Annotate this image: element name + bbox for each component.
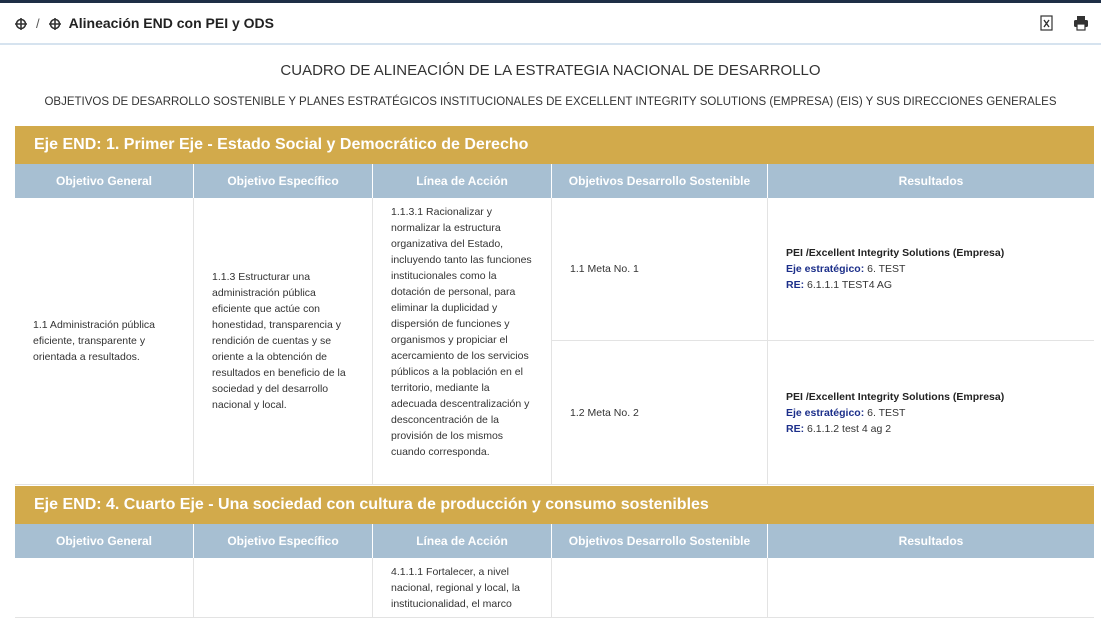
re-label: RE: xyxy=(786,422,805,435)
objetivo-especifico-cell: 1.1.3 Estructurar una administración púb… xyxy=(194,198,373,485)
pei-label: PEI /Excellent Integrity Solutions (Empr… xyxy=(786,247,1005,259)
page-title: Alineación END con PEI y ODS xyxy=(68,15,275,31)
re-value: 6.1.1.1 TEST4 AG xyxy=(807,279,893,291)
ods-cell: 1.2 Meta No. 2 xyxy=(552,341,768,485)
linea-accion-cell: 4.1.1.1 Fortalecer, a nivel nacional, re… xyxy=(373,558,552,618)
column-header: Objetivo General xyxy=(15,524,194,558)
axis-title: Eje END: 4. Cuarto Eje - Una sociedad co… xyxy=(15,486,1094,524)
axis-title: Eje END: 1. Primer Eje - Estado Social y… xyxy=(15,126,1094,164)
column-header: Objetivos Desarrollo Sostenible xyxy=(552,164,768,198)
objetivo-general-text: 1.1 Administración pública eficiente, tr… xyxy=(33,319,155,363)
ods-cell: 1.1 Meta No. 1 xyxy=(552,198,768,341)
objetivo-general-cell: 1.1 Administración pública eficiente, tr… xyxy=(15,198,194,485)
linea-accion-text: 4.1.1.1 Fortalecer, a nivel nacional, re… xyxy=(391,566,520,610)
ods-cell xyxy=(552,558,768,618)
table-row: 4.1.1.1 Fortalecer, a nivel nacional, re… xyxy=(15,558,1094,618)
resultado-cell: PEI /Excellent Integrity Solutions (Empr… xyxy=(768,341,1094,485)
table-header: Objetivo General Objetivo Específico Lín… xyxy=(15,164,1094,198)
axis-section: Eje END: 4. Cuarto Eje - Una sociedad co… xyxy=(15,486,1094,618)
table-header: Objetivo General Objetivo Específico Lín… xyxy=(15,524,1094,558)
ods-text: 1.2 Meta No. 2 xyxy=(570,406,639,419)
column-header: Objetivos Desarrollo Sostenible xyxy=(552,524,768,558)
excel-icon[interactable] xyxy=(1039,15,1055,31)
eje-label: Eje estratégico: xyxy=(786,263,865,275)
move-icon[interactable] xyxy=(48,17,61,30)
ods-column: 1.1 Meta No. 1 1.2 Meta No. 2 xyxy=(552,198,768,485)
linea-accion-cell: 1.1.3.1 Racionalizar y normalizar la est… xyxy=(373,198,552,485)
column-header: Objetivo Específico xyxy=(194,164,373,198)
column-header: Línea de Acción xyxy=(373,524,552,558)
eje-value: 6. TEST xyxy=(867,263,906,275)
re-value: 6.1.1.2 test 4 ag 2 xyxy=(807,422,892,435)
axis-section: Eje END: 1. Primer Eje - Estado Social y… xyxy=(15,126,1094,485)
resultados-column: PEI /Excellent Integrity Solutions (Empr… xyxy=(768,198,1094,485)
column-header: Línea de Acción xyxy=(373,164,552,198)
report-title: CUADRO DE ALINEACIÓN DE LA ESTRATEGIA NA… xyxy=(280,62,821,79)
re-label: RE: xyxy=(786,279,805,291)
resultado-cell: PEI /Excellent Integrity Solutions (Empr… xyxy=(768,198,1094,341)
table-row: 1.1 Administración pública eficiente, tr… xyxy=(15,198,1094,485)
eje-label: Eje estratégico: xyxy=(786,406,865,419)
eje-value: 6. TEST xyxy=(867,406,906,419)
move-icon[interactable] xyxy=(15,17,27,30)
objetivo-especifico-cell xyxy=(194,558,373,618)
objetivo-especifico-text: 1.1.3 Estructurar una administración púb… xyxy=(212,271,346,411)
pei-label: PEI /Excellent Integrity Solutions (Empr… xyxy=(786,390,1005,403)
print-icon[interactable] xyxy=(1073,15,1089,31)
resultado-cell xyxy=(768,558,1094,618)
linea-accion-text: 1.1.3.1 Racionalizar y normalizar la est… xyxy=(391,206,532,458)
page-header: / Alineación END con PEI y ODS xyxy=(0,3,1101,45)
column-header: Resultados xyxy=(898,534,964,548)
breadcrumb-separator: / xyxy=(36,15,40,31)
report-subtitle: OBJETIVOS DE DESARROLLO SOSTENIBLE Y PLA… xyxy=(44,96,1057,108)
ods-text: 1.1 Meta No. 1 xyxy=(570,263,639,275)
column-header: Resultados xyxy=(898,174,964,188)
objetivo-general-cell xyxy=(15,558,194,618)
column-header: Objetivo General xyxy=(15,164,194,198)
column-header: Objetivo Específico xyxy=(194,524,373,558)
